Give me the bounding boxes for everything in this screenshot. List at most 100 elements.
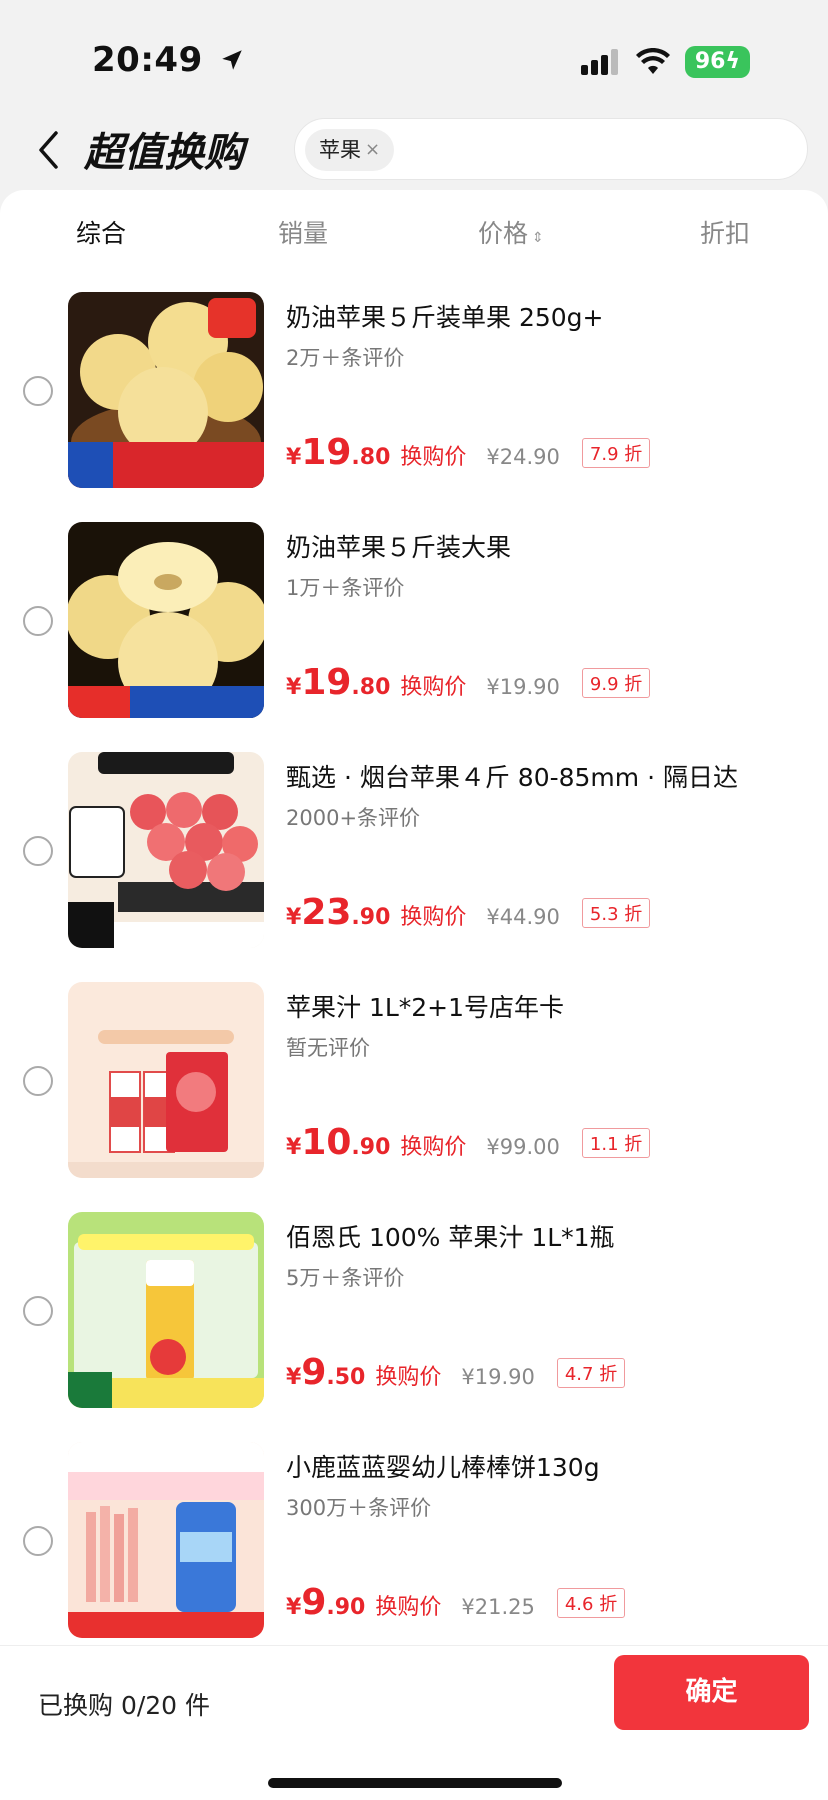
footer-bar: 已换购 0/20 件 确定 xyxy=(0,1645,828,1800)
home-indicator[interactable] xyxy=(268,1778,562,1788)
sort-tab-price[interactable]: 价格 ⇕ xyxy=(478,214,544,250)
original-price: ¥21.25 xyxy=(461,1595,535,1619)
list-item[interactable]: 奶油苹果５斤装单果 250g+ 2万＋条评价 ¥19.80 换购价 ¥24.90… xyxy=(0,292,828,522)
original-price: ¥19.90 xyxy=(461,1365,535,1389)
charging-bolt-icon: ϟ xyxy=(725,49,740,74)
search-chip[interactable]: 苹果 × xyxy=(305,129,395,171)
list-item[interactable]: 苹果汁 1L*2+1号店年卡 暂无评价 ¥10.90 换购价 ¥99.00 1.… xyxy=(0,982,828,1212)
exchange-price: ¥9.50 xyxy=(286,1352,365,1393)
price-row: ¥23.90 换购价 ¥44.90 5.3 折 xyxy=(286,892,651,933)
currency-symbol: ¥ xyxy=(286,675,302,700)
search-box[interactable]: 苹果 × xyxy=(294,118,808,180)
product-image[interactable] xyxy=(68,982,264,1178)
product-image[interactable] xyxy=(68,1212,264,1408)
item-title: 奶油苹果５斤装大果 xyxy=(286,533,512,562)
page-title: 超值换购 xyxy=(84,130,244,176)
price-decimal: .80 xyxy=(351,445,391,470)
product-image[interactable] xyxy=(68,522,264,718)
currency-symbol: ¥ xyxy=(286,445,302,470)
item-title: 佰恩氏 100% 苹果汁 1L*1瓶 xyxy=(286,1223,615,1252)
sort-tab-price-label: 价格 xyxy=(478,219,529,248)
item-reviews: 暂无评价 xyxy=(286,1036,370,1060)
item-title: 小鹿蓝蓝婴幼儿棒棒饼130g xyxy=(286,1453,600,1482)
discount-badge: 4.6 折 xyxy=(556,1588,626,1618)
currency-symbol: ¥ xyxy=(286,905,302,930)
list-item[interactable]: 佰恩氏 100% 苹果汁 1L*1瓶 5万＋条评价 ¥9.50 换购价 ¥19.… xyxy=(0,1212,828,1442)
select-radio[interactable] xyxy=(23,376,53,406)
confirm-button[interactable]: 确定 xyxy=(614,1655,809,1730)
select-radio[interactable] xyxy=(23,1526,53,1556)
price-row: ¥19.80 换购价 ¥19.90 9.9 折 xyxy=(286,662,651,703)
price-decimal: .50 xyxy=(326,1365,366,1390)
discount-badge: 7.9 折 xyxy=(581,438,651,468)
battery-level: 96 xyxy=(694,49,726,74)
product-image[interactable] xyxy=(68,1442,264,1638)
sort-tab-sales[interactable]: 销量 xyxy=(278,214,328,250)
product-panel: 综合 销量 价格 ⇕ 折扣 奶油苹果５斤装单果 250g+ 2万＋条评价 ¥19… xyxy=(0,190,828,1645)
wifi-icon xyxy=(635,48,670,74)
price-decimal: .90 xyxy=(351,1135,391,1160)
item-reviews: 2000+条评价 xyxy=(286,806,421,830)
discount-badge: 4.7 折 xyxy=(556,1358,626,1388)
price-integer: 9 xyxy=(301,1582,327,1623)
select-radio[interactable] xyxy=(23,836,53,866)
price-integer: 23 xyxy=(301,892,352,933)
product-image[interactable] xyxy=(68,292,264,488)
item-reviews: 1万＋条评价 xyxy=(286,576,405,600)
battery-indicator: 96ϟ xyxy=(684,46,750,78)
item-title: 奶油苹果５斤装单果 250g+ xyxy=(286,303,604,332)
price-label: 换购价 xyxy=(375,1365,442,1390)
status-icons: 96ϟ xyxy=(580,46,750,78)
discount-badge: 9.9 折 xyxy=(581,668,651,698)
sort-bar: 综合 销量 价格 ⇕ 折扣 xyxy=(0,190,828,276)
discount-badge: 1.1 折 xyxy=(581,1128,651,1158)
price-label: 换购价 xyxy=(375,1595,442,1620)
sort-tab-discount[interactable]: 折扣 xyxy=(700,214,750,250)
header: 超值换购 苹果 × xyxy=(0,110,828,190)
price-integer: 19 xyxy=(301,662,352,703)
price-row: ¥10.90 换购价 ¥99.00 1.1 折 xyxy=(286,1122,651,1163)
product-image[interactable] xyxy=(68,752,264,948)
price-row: ¥9.90 换购价 ¥21.25 4.6 折 xyxy=(286,1582,626,1623)
item-reviews: 300万＋条评价 xyxy=(286,1496,432,1520)
clock-text: 20:49 xyxy=(92,40,203,80)
price-decimal: .90 xyxy=(326,1595,366,1620)
currency-symbol: ¥ xyxy=(286,1365,302,1390)
price-label: 换购价 xyxy=(400,675,467,700)
discount-badge: 5.3 折 xyxy=(581,898,651,928)
sort-tab-comprehensive[interactable]: 综合 xyxy=(76,214,126,250)
list-item[interactable]: 奶油苹果５斤装大果 1万＋条评价 ¥19.80 换购价 ¥19.90 9.9 折 xyxy=(0,522,828,752)
list-item[interactable]: 小鹿蓝蓝婴幼儿棒棒饼130g 300万＋条评价 ¥9.90 换购价 ¥21.25… xyxy=(0,1442,828,1645)
exchange-price: ¥9.90 xyxy=(286,1582,365,1623)
exchange-price: ¥23.90 xyxy=(286,892,390,933)
select-radio[interactable] xyxy=(23,1066,53,1096)
chevron-left-icon xyxy=(39,131,58,169)
back-button[interactable] xyxy=(26,122,70,178)
original-price: ¥44.90 xyxy=(486,905,560,929)
price-label: 换购价 xyxy=(400,905,467,930)
status-time: 20:49 xyxy=(92,40,245,80)
chip-close-icon[interactable]: × xyxy=(365,129,380,171)
price-label: 换购价 xyxy=(400,1135,467,1160)
price-decimal: .90 xyxy=(351,905,391,930)
original-price: ¥19.90 xyxy=(486,675,560,699)
price-integer: 19 xyxy=(301,432,352,473)
original-price: ¥24.90 xyxy=(486,445,560,469)
item-title: 苹果汁 1L*2+1号店年卡 xyxy=(286,993,565,1022)
price-integer: 9 xyxy=(301,1352,327,1393)
exchange-price: ¥19.80 xyxy=(286,432,390,473)
exchange-count: 已换购 0/20 件 xyxy=(38,1691,211,1720)
select-radio[interactable] xyxy=(23,1296,53,1326)
price-row: ¥19.80 换购价 ¥24.90 7.9 折 xyxy=(286,432,651,473)
currency-symbol: ¥ xyxy=(286,1595,302,1620)
original-price: ¥99.00 xyxy=(486,1135,560,1159)
list-item[interactable]: 甄选 · 烟台苹果４斤 80-85mm · 隔日达 2000+条评价 ¥23.9… xyxy=(0,752,828,982)
price-row: ¥9.50 换购价 ¥19.90 4.7 折 xyxy=(286,1352,626,1393)
cellular-signal-icon xyxy=(580,49,618,75)
price-integer: 10 xyxy=(301,1122,352,1163)
item-reviews: 2万＋条评价 xyxy=(286,346,405,370)
search-chip-label: 苹果 xyxy=(319,138,361,162)
item-title: 甄选 · 烟台苹果４斤 80-85mm · 隔日达 xyxy=(286,763,738,792)
exchange-price: ¥19.80 xyxy=(286,662,390,703)
select-radio[interactable] xyxy=(23,606,53,636)
